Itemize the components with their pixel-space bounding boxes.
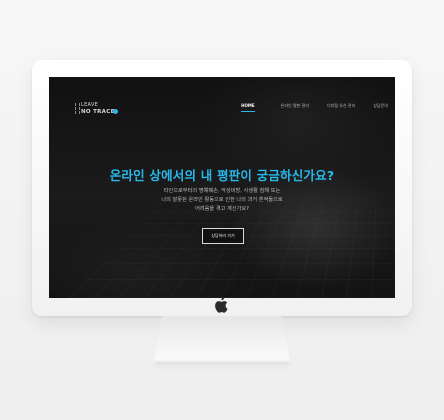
site-logo[interactable]: LEAVE NO TRACE. <box>73 100 118 120</box>
monitor-base <box>154 360 290 364</box>
hero-desc-line: 어려움을 겪고 계신가요? <box>195 206 249 212</box>
nav-item-reputation[interactable]: 온라인 평판 관리 <box>281 103 309 109</box>
website-screen: LEAVE NO TRACE. HOME 온라인 평판 관리 디지털 유산 관리… <box>49 77 395 298</box>
top-navigation: LEAVE NO TRACE. HOME 온라인 평판 관리 디지털 유산 관리… <box>49 77 395 117</box>
logo-bars-icon <box>75 103 80 114</box>
hero-title: 온라인 상에서의 내 평판이 궁금하신가요? <box>109 168 335 183</box>
logo-line-1: LEAVE <box>81 102 99 108</box>
nav-item-home[interactable]: HOME <box>241 103 256 112</box>
logo-dot-icon <box>113 109 118 114</box>
main-menu: HOME 온라인 평판 관리 디지털 유산 관리 상담문의 <box>241 103 388 112</box>
nav-item-consultation[interactable]: 상담문의 <box>373 103 388 109</box>
imac-monitor: LEAVE NO TRACE. HOME 온라인 평판 관리 디지털 유산 관리… <box>32 60 412 316</box>
hero-description: 타인으로부터의 명예훼손, 악성비방, 사생활 침해 또는 나의 잘못된 온라인… <box>49 187 395 214</box>
hero-desc-line: 타인으로부터의 명예훼손, 악성비방, 사생활 침해 또는 <box>163 188 281 194</box>
logo-line-2: NO TRACE. <box>81 109 118 115</box>
apple-logo-icon <box>215 297 228 313</box>
monitor-stand <box>154 316 290 362</box>
hero-desc-line: 나의 잘못된 온라인 활동으로 인한 나의 과거 흔적들으로 <box>161 197 283 203</box>
consult-button[interactable]: 상담하러 가기 <box>202 228 244 244</box>
nav-item-digital-legacy[interactable]: 디지털 유산 관리 <box>327 103 355 109</box>
